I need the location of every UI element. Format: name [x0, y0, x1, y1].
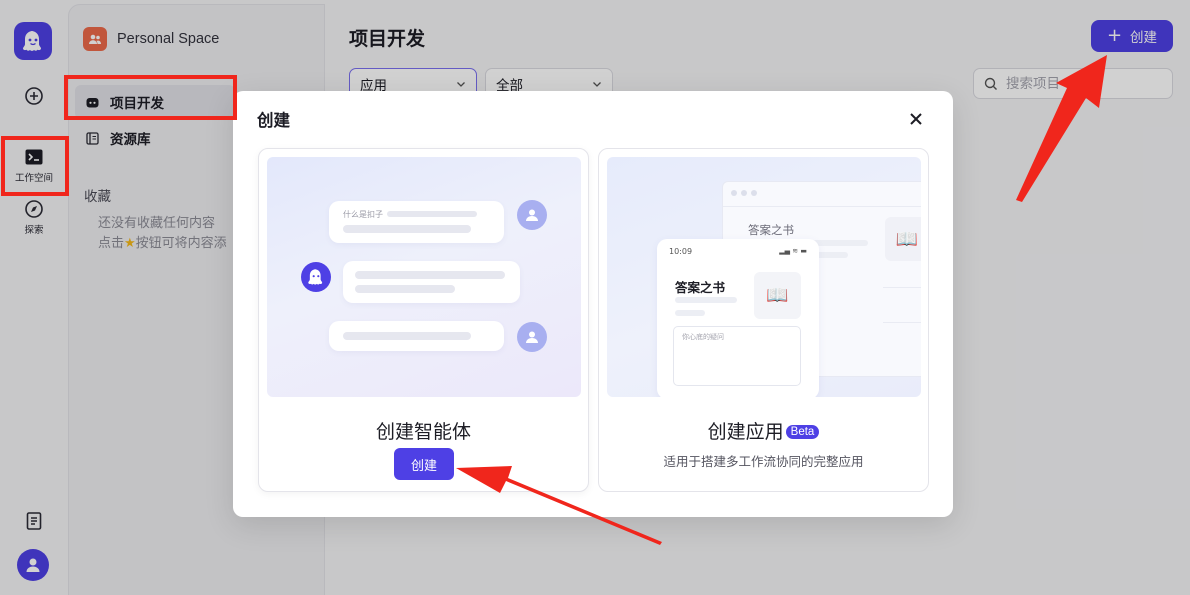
agent-illustration: 什么是扣子 — [267, 157, 581, 397]
bot-icon — [301, 262, 331, 292]
create-agent-card[interactable]: 什么是扣子 创建智能体 创建 — [258, 148, 589, 492]
beta-badge: Beta — [785, 425, 820, 439]
bot-reply-bubble — [343, 261, 520, 303]
close-button[interactable] — [905, 108, 927, 130]
phone-app-name: 答案之书 — [675, 280, 726, 295]
create-dialog: 创建 什么是扣子 创建智能体 创建 答案之书 📖 10:09 ▂▄ ≋ ▬ 答案… — [233, 91, 953, 517]
back-app-name: 答案之书 — [748, 223, 794, 237]
question-input: 你心底的疑问 — [673, 326, 801, 386]
highlight-box-projects — [64, 75, 237, 120]
user-icon — [517, 322, 547, 352]
create-app-title: 创建应用 — [707, 421, 784, 443]
user-icon — [517, 200, 547, 230]
create-app-description: 适用于搭建多工作流协同的完整应用 — [663, 454, 864, 469]
book-icon: 📖 — [885, 217, 921, 261]
book-icon: 📖 — [754, 272, 801, 319]
dialog-title: 创建 — [257, 111, 290, 130]
phone-time: 10:09 — [669, 247, 693, 256]
create-agent-title: 创建智能体 — [375, 421, 471, 443]
phone-mockup: 10:09 ▂▄ ≋ ▬ 答案之书 📖 你心底的疑问 — [657, 239, 819, 397]
chat-bubble — [329, 321, 504, 351]
chat-bubble: 什么是扣子 — [329, 201, 504, 243]
create-app-card[interactable]: 答案之书 📖 10:09 ▂▄ ≋ ▬ 答案之书 📖 你心底的疑问 创建应用 B… — [598, 148, 929, 492]
status-icons: ▂▄ ≋ ▬ — [779, 247, 807, 255]
question-input-hint: 你心底的疑问 — [682, 333, 724, 341]
close-icon — [910, 113, 922, 125]
app-illustration: 答案之书 📖 10:09 ▂▄ ≋ ▬ 答案之书 📖 你心底的疑问 — [607, 157, 921, 397]
chat-bubble-text: 什么是扣子 — [343, 210, 383, 219]
create-app-title-row: 创建应用 Beta — [599, 417, 928, 444]
highlight-box-workspace — [1, 136, 69, 196]
create-agent-button[interactable]: 创建 — [394, 448, 454, 480]
